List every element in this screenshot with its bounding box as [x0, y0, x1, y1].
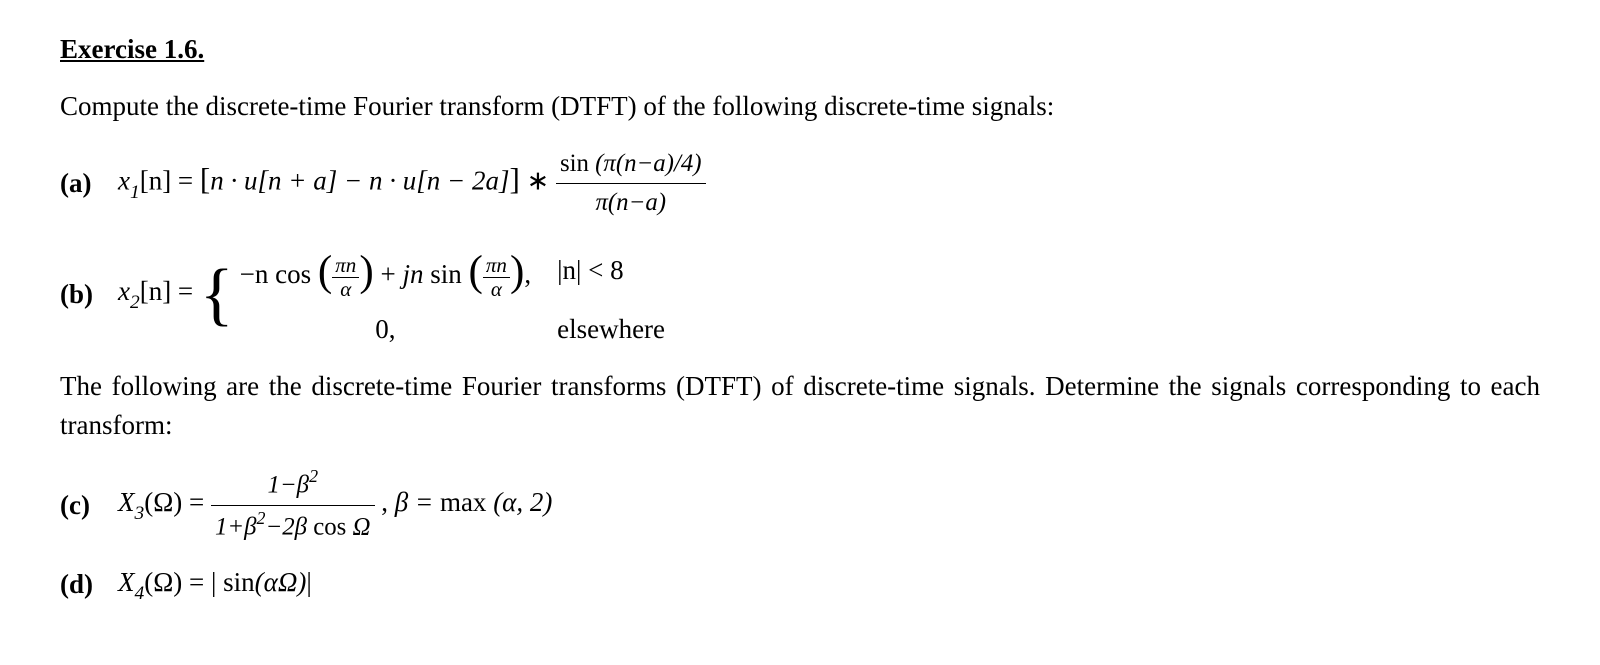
item-a: (a) x1[n] = [n · u[n + a] − n · u[n − 2a… [60, 146, 1540, 221]
item-c-label: (c) [60, 486, 96, 525]
item-b: (b) x2[n] = { −n cos (πnα) + jn sin (πnα… [60, 239, 1540, 349]
item-d-label: (d) [60, 565, 96, 604]
exercise-title: Exercise 1.6. [60, 30, 1540, 69]
item-a-label: (a) [60, 164, 96, 203]
item-b-label: (b) [60, 275, 96, 314]
item-b-expression: x2[n] = { −n cos (πnα) + jn sin (πnα), |… [118, 239, 665, 349]
item-c-expression: X3(Ω) = 1−β2 1+β2−2β cos Ω , β = max (α,… [118, 465, 552, 545]
item-c: (c) X3(Ω) = 1−β2 1+β2−2β cos Ω , β = max… [60, 465, 1540, 545]
item-d: (d) X4(Ω) = | sin(αΩ)| [60, 563, 1540, 607]
middle-text: The following are the discrete-time Four… [60, 367, 1540, 445]
item-a-expression: x1[n] = [n · u[n + a] − n · u[n − 2a]] ∗… [118, 146, 706, 221]
item-d-expression: X4(Ω) = | sin(αΩ)| [118, 563, 312, 607]
intro-text: Compute the discrete-time Fourier transf… [60, 87, 1540, 126]
